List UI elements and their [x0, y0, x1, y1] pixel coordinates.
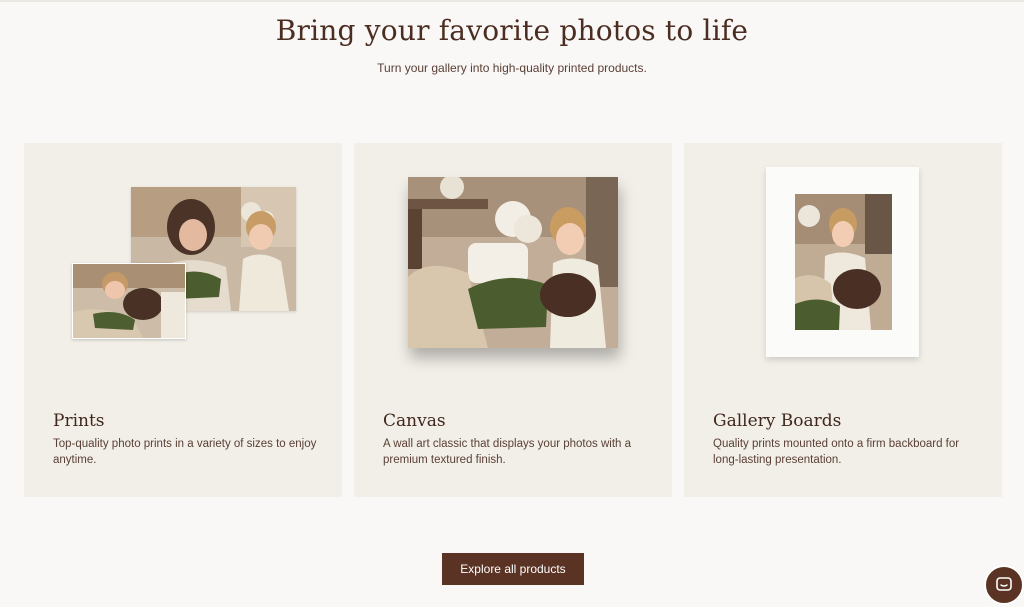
- product-card-gallery-boards[interactable]: Gallery Boards Quality prints mounted on…: [684, 143, 1002, 497]
- page-title: Bring your favorite photos to life: [275, 14, 749, 47]
- product-description: Top-quality photo prints in a variety of…: [53, 438, 317, 466]
- gallery-board-photo: [795, 194, 892, 330]
- prints-photo-small: [72, 263, 186, 339]
- top-divider: [0, 0, 1024, 2]
- chat-button[interactable]: [984, 565, 1024, 605]
- product-title: Canvas: [383, 411, 446, 431]
- explore-products-button[interactable]: Explore all products: [442, 553, 584, 585]
- product-description: A wall art classic that displays your ph…: [383, 438, 632, 466]
- product-card-prints[interactable]: Prints Top-quality photo prints in a var…: [24, 143, 342, 497]
- page-subtitle: Turn your gallery into high-quality prin…: [377, 61, 647, 75]
- product-title: Prints: [53, 411, 105, 431]
- product-card-canvas[interactable]: Canvas A wall art classic that displays …: [354, 143, 672, 497]
- product-description: Quality prints mounted onto a firm backb…: [713, 438, 960, 466]
- product-title: Gallery Boards: [713, 411, 842, 431]
- chat-icon: [995, 576, 1013, 594]
- canvas-photo: [408, 177, 618, 348]
